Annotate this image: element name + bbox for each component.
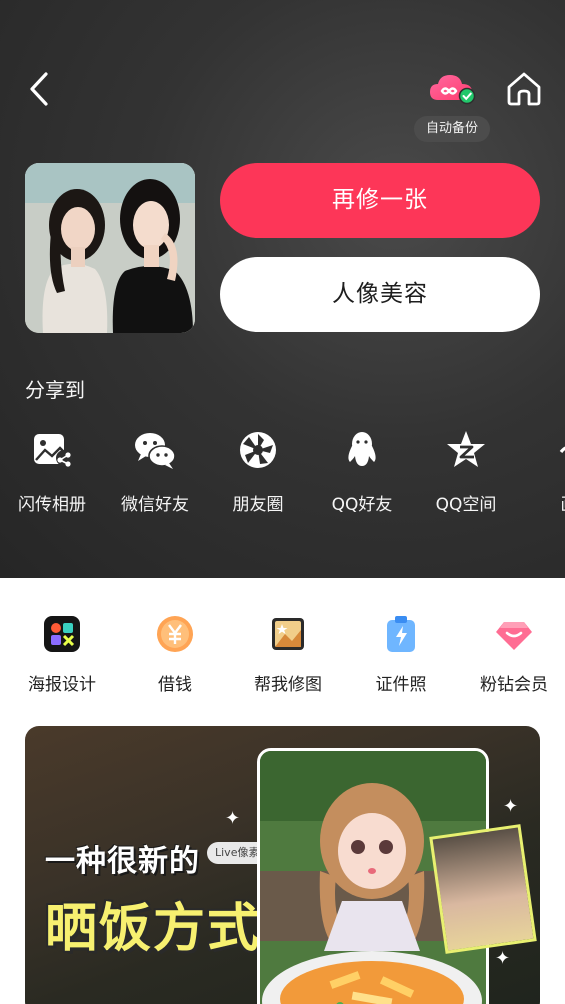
share-item-label: 闪传相册 — [18, 495, 86, 515]
loan-icon — [157, 616, 193, 652]
result-panel: 自动备份 再修一张 人像美容 分享到 闪传相册 微信好友 朋友圈 QQ好友 QQ… — [0, 0, 565, 578]
portrait-illustration — [25, 163, 195, 333]
share-item-label: 朋友圈 — [232, 495, 284, 515]
share-item-label: 微信好友 — [121, 495, 189, 515]
service-label: 证件照 — [375, 675, 427, 695]
home-button[interactable] — [505, 70, 543, 106]
sparkle-icon: ✦ — [225, 808, 241, 829]
share-item-more[interactable]: 画 — [517, 428, 565, 515]
flash-album-icon — [34, 434, 72, 467]
service-photo-edit-help[interactable]: 帮我修图 — [232, 614, 344, 695]
retouch-again-button[interactable]: 再修一张 — [220, 163, 540, 238]
partial-icon — [559, 446, 565, 454]
share-section-title: 分享到 — [25, 378, 85, 402]
share-item-qzone[interactable]: QQ空间 — [414, 428, 518, 515]
service-label: 海报设计 — [28, 675, 96, 695]
home-icon — [507, 72, 541, 106]
qzone-icon — [447, 431, 485, 467]
promo-banner[interactable]: 一种很新的 晒饭方式 Live像素动画 ✦ ✦ ✦ — [25, 726, 540, 1004]
pink-diamond-icon — [496, 622, 532, 650]
auto-backup-label[interactable]: 自动备份 — [414, 116, 490, 142]
share-item-label: QQ好友 — [331, 495, 393, 515]
share-item-wechat[interactable]: 微信好友 — [103, 428, 207, 515]
portrait-beauty-button[interactable]: 人像美容 — [220, 257, 540, 332]
share-item-qq[interactable]: QQ好友 — [310, 428, 414, 515]
service-loan[interactable]: 借钱 — [119, 614, 231, 695]
banner-line-2: 晒饭方式 — [45, 899, 262, 959]
photo-edit-help-icon — [272, 618, 304, 650]
sparkle-icon: ✦ — [495, 948, 511, 969]
edited-photo-thumbnail[interactable] — [25, 163, 195, 333]
service-pink-diamond[interactable]: 粉钻会员 — [458, 614, 565, 695]
sparkle-icon: ✦ — [503, 796, 519, 817]
qq-icon — [348, 432, 376, 466]
auto-backup-button[interactable] — [428, 72, 476, 106]
wechat-icon — [135, 433, 176, 469]
service-label: 帮我修图 — [254, 675, 322, 695]
service-label: 借钱 — [158, 675, 192, 695]
share-item-flash-album[interactable]: 闪传相册 — [0, 428, 104, 515]
share-item-label: QQ空间 — [435, 495, 497, 515]
banner-mini-card — [429, 824, 537, 954]
share-item-label: 画 — [517, 490, 565, 515]
service-poster-design[interactable]: 海报设计 — [6, 614, 118, 695]
service-label: 粉钻会员 — [480, 675, 548, 695]
poster-design-icon — [44, 616, 80, 652]
moments-icon — [240, 432, 276, 468]
share-item-moments[interactable]: 朋友圈 — [206, 428, 310, 515]
back-button[interactable] — [26, 70, 56, 108]
chevron-left-icon — [30, 72, 48, 106]
cloud-infinity-icon — [430, 75, 476, 105]
service-id-photo[interactable]: 证件照 — [345, 614, 457, 695]
id-photo-icon — [387, 616, 415, 652]
